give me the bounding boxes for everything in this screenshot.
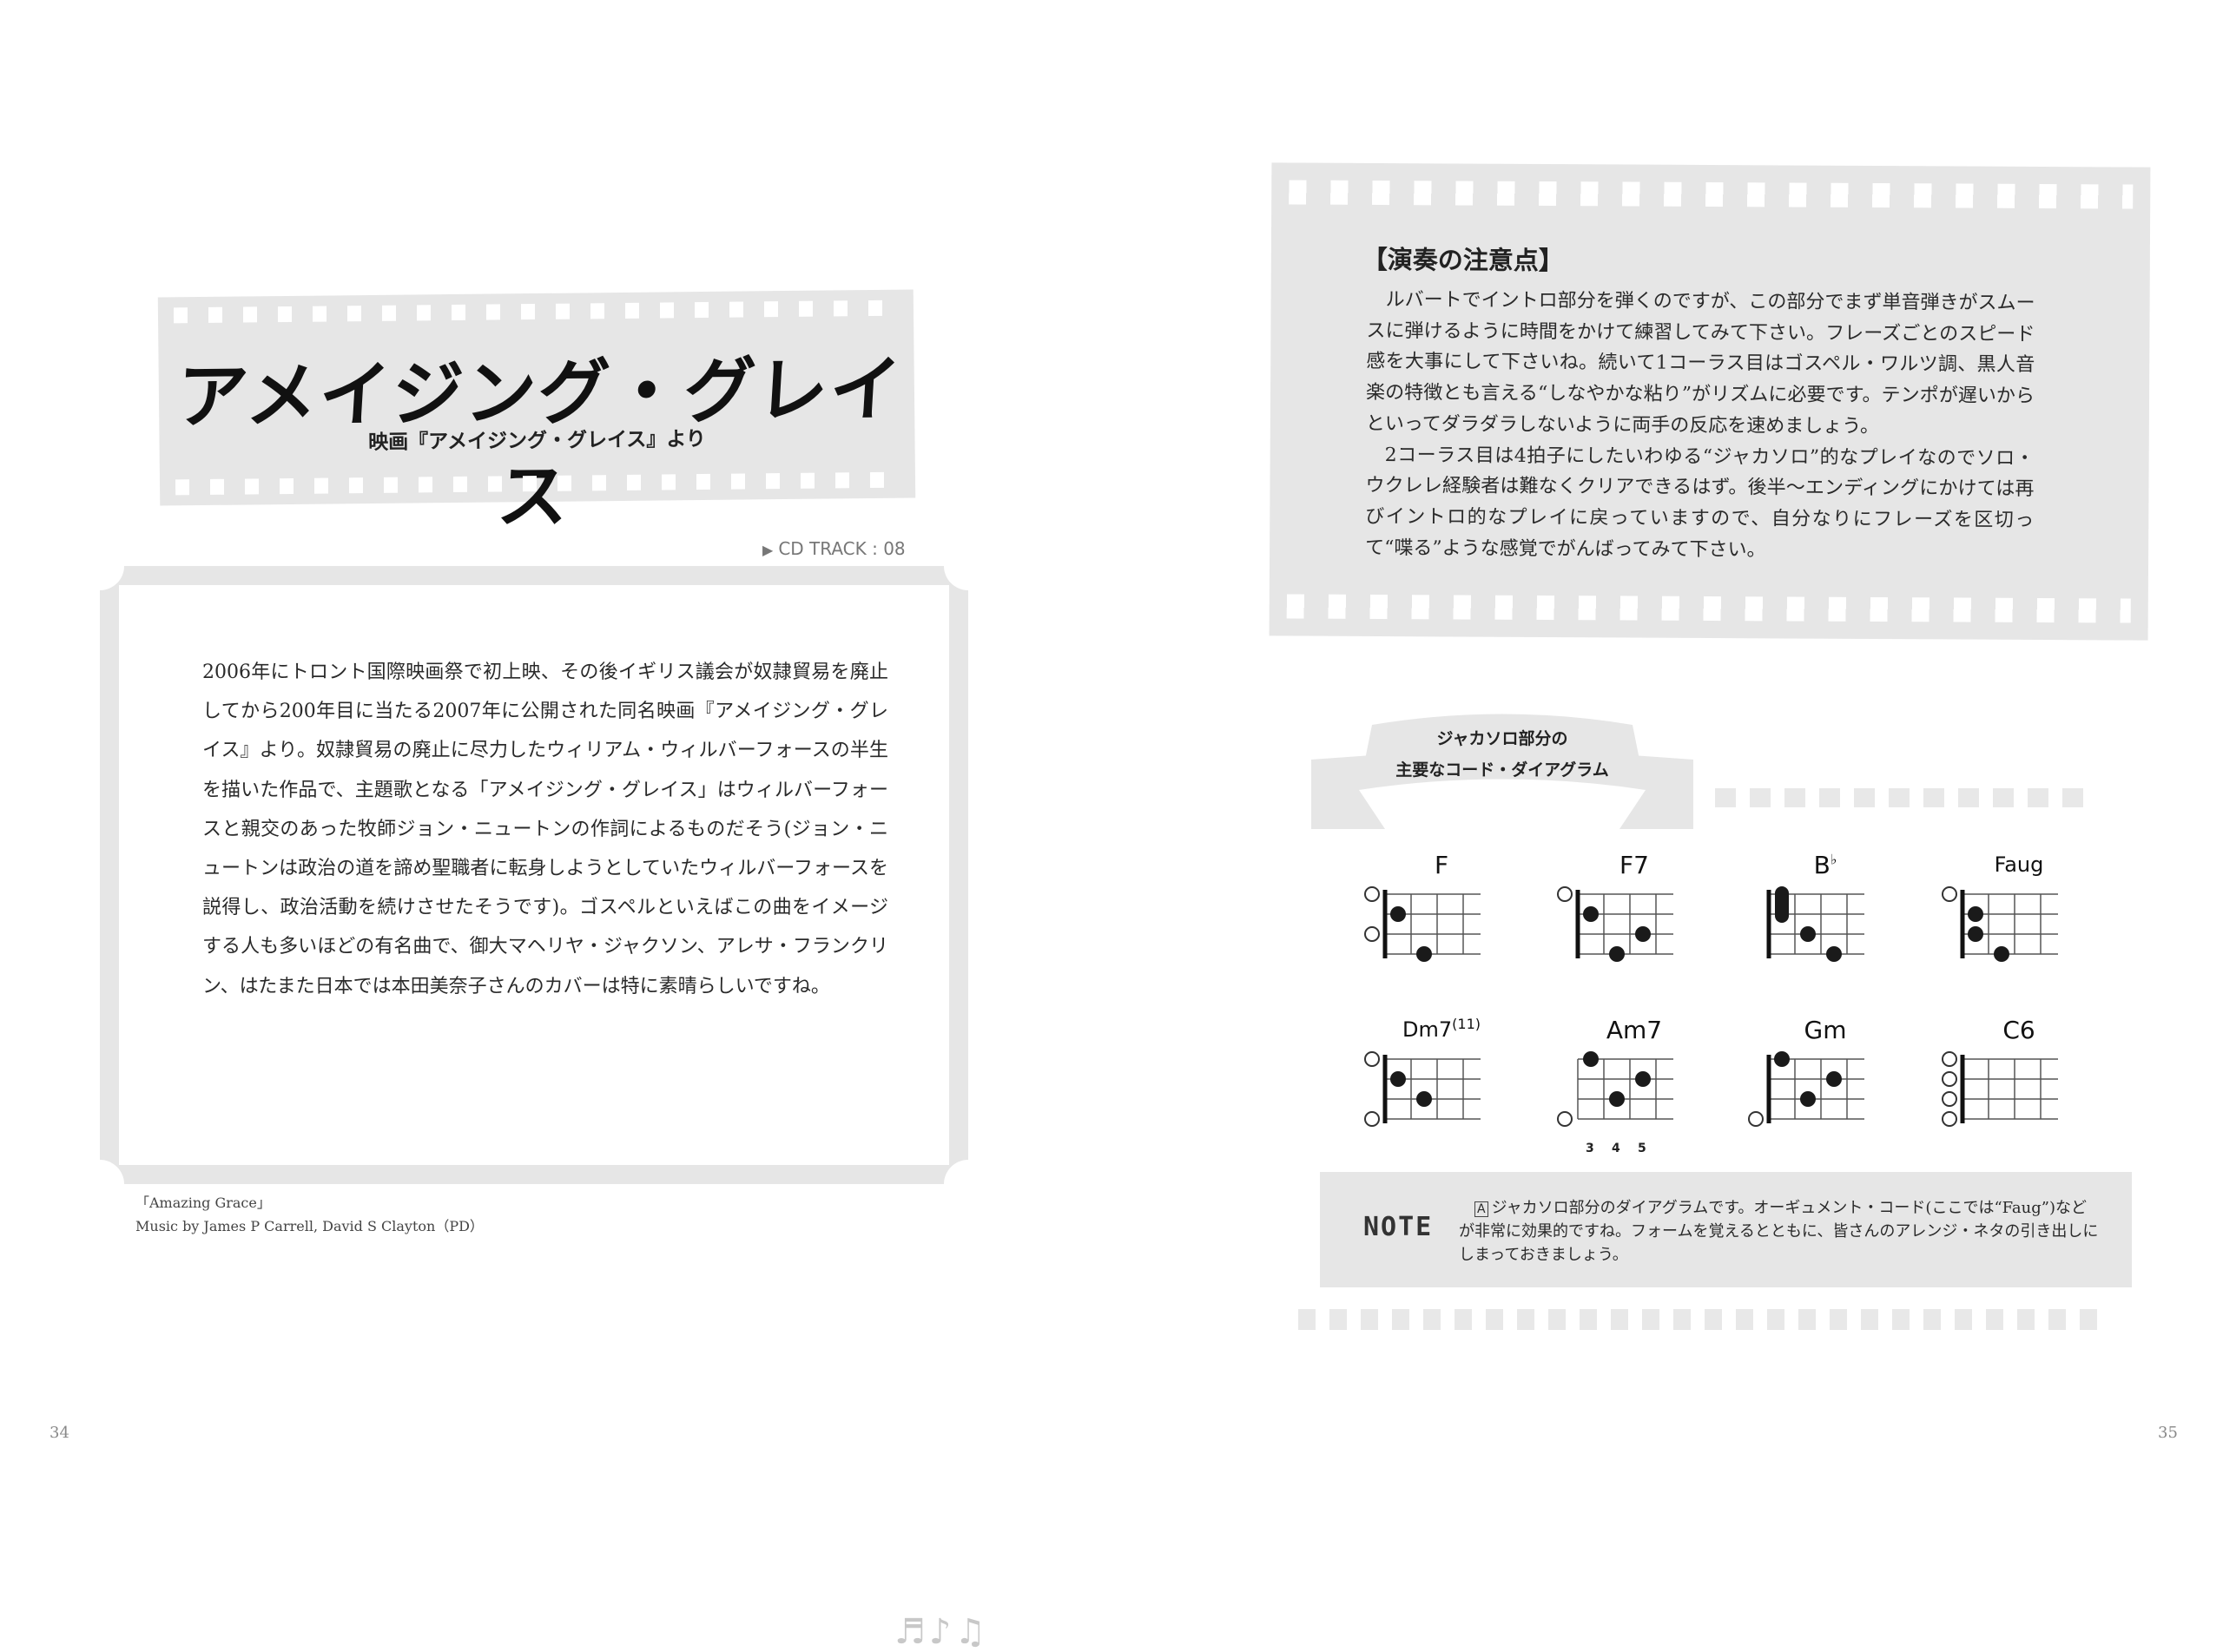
chord-diagram: C6 (1932, 1016, 2106, 1168)
ribbon-line: ジャカソロ部分の (1436, 729, 1568, 748)
note-box: NOTE A ジャカソロ部分のダイアグラムです。オーギュメント・コード(ここでは“… (1320, 1172, 2132, 1287)
chord-grid (1748, 1051, 1864, 1127)
chord-name: F (1434, 851, 1449, 879)
frame-corner (944, 1160, 993, 1208)
playing-tips-box: 【演奏の注意点】 ルバートでイントロ部分を弾くのですが、この部分でまず単音弾きが… (1269, 162, 2151, 641)
ribbon-text: ジャカソロ部分の 主要なコード・ダイアグラム (1311, 723, 1693, 786)
play-triangle-icon: ▶ (762, 542, 774, 558)
page-number-right: 35 (2158, 1424, 2178, 1442)
frame-corner (76, 1160, 124, 1208)
song-credits: 「Amazing Grace」 Music by James P Carrell… (135, 1191, 484, 1238)
film-sprockets (1286, 594, 2131, 623)
credit-composers: Music by James P Carrell, David S Clayto… (135, 1218, 484, 1234)
chord-diagram: Gm (1738, 1016, 1912, 1168)
chord-grid (1364, 886, 1481, 962)
description-frame: 2006年にトロント国際映画祭で初上映、その後イギリス議会が奴隷貿易を廃止してか… (76, 542, 993, 1652)
chord-name: C6 (2002, 1016, 2035, 1044)
chord-section-ribbon: ジャカソロ部分の 主要なコード・ダイアグラム (1311, 708, 1693, 838)
fret-number: 5 (1638, 1142, 1646, 1155)
page-number-left: 34 (49, 1424, 69, 1442)
chord-grid (1557, 1051, 1673, 1127)
note-text: ジャカソロ部分のダイアグラムです。オーギュメント・コード(ここでは“Faug”)… (1459, 1199, 2099, 1264)
chord-diagram: Faug (1932, 851, 2106, 1003)
frame-corner (76, 542, 124, 590)
chord-name: Faug (1994, 852, 2044, 877)
chord-name: Dm7(11) (1402, 1016, 1481, 1042)
song-description: 2006年にトロント国際映画祭で初上映、その後イギリス議会が奴隷貿易を廃止してか… (202, 661, 888, 997)
chord-diagram: Dm7(11) (1355, 1016, 1528, 1168)
tips-heading: 【演奏の注意点】 (1362, 244, 1564, 276)
section-marker: A (1474, 1201, 1488, 1217)
decorative-dashes (1298, 1309, 2097, 1330)
chord-grid (1364, 1051, 1481, 1127)
fret-number: 4 (1612, 1142, 1620, 1155)
title-banner: アメイジング・グレイス 映画『アメイジング・グレイス』より (157, 289, 916, 539)
note-label: NOTE (1363, 1212, 1434, 1242)
fret-number: 3 (1586, 1142, 1594, 1155)
film-sprockets (173, 299, 899, 324)
chord-name: F7 (1619, 851, 1649, 879)
credit-title: 「Amazing Grace」 (135, 1195, 271, 1211)
chord-grid (1766, 886, 1864, 962)
chord-diagram: F7 (1547, 851, 1721, 1003)
cd-track-text: CD TRACK : 08 (778, 538, 906, 559)
tips-paragraph: 2コーラス目は4拍子にしたいわゆる“ジャカソロ”的なプレイなのでソロ・ウクレレ経… (1365, 444, 2035, 561)
chord-diagram: F (1355, 851, 1528, 1003)
chord-diagram: B♭ (1738, 851, 1912, 1003)
frame-corner (944, 542, 993, 590)
note-body: A ジャカソロ部分のダイアグラムです。オーギュメント・コード(ここでは“Faug”… (1459, 1196, 2101, 1267)
chord-grid (1557, 886, 1673, 962)
tips-body: ルバートでイントロ部分を弾くのですが、この部分でまず単音弾きがスムースに弾けるよ… (1365, 285, 2035, 567)
chord-name: Gm (1804, 1016, 1847, 1044)
ribbon-line: 主要なコード・ダイアグラム (1395, 760, 1609, 780)
chord-name: Am7 (1606, 1016, 1663, 1044)
chord-name: B♭ (1813, 851, 1837, 879)
chord-diagram: Am7 3 4 5 (1547, 1016, 1721, 1168)
cd-track-label: ▶ CD TRACK : 08 (762, 538, 906, 559)
film-sprockets (1289, 180, 2134, 209)
tips-paragraph: ルバートでイントロ部分を弾くのですが、この部分でまず単音弾きがスムースに弾けるよ… (1365, 289, 2035, 438)
decorative-dashes (1715, 788, 2097, 807)
chord-grid (1942, 886, 2058, 962)
music-notes-icon: ♬♪♫ (894, 1612, 990, 1652)
chord-grid (1942, 1051, 2058, 1127)
